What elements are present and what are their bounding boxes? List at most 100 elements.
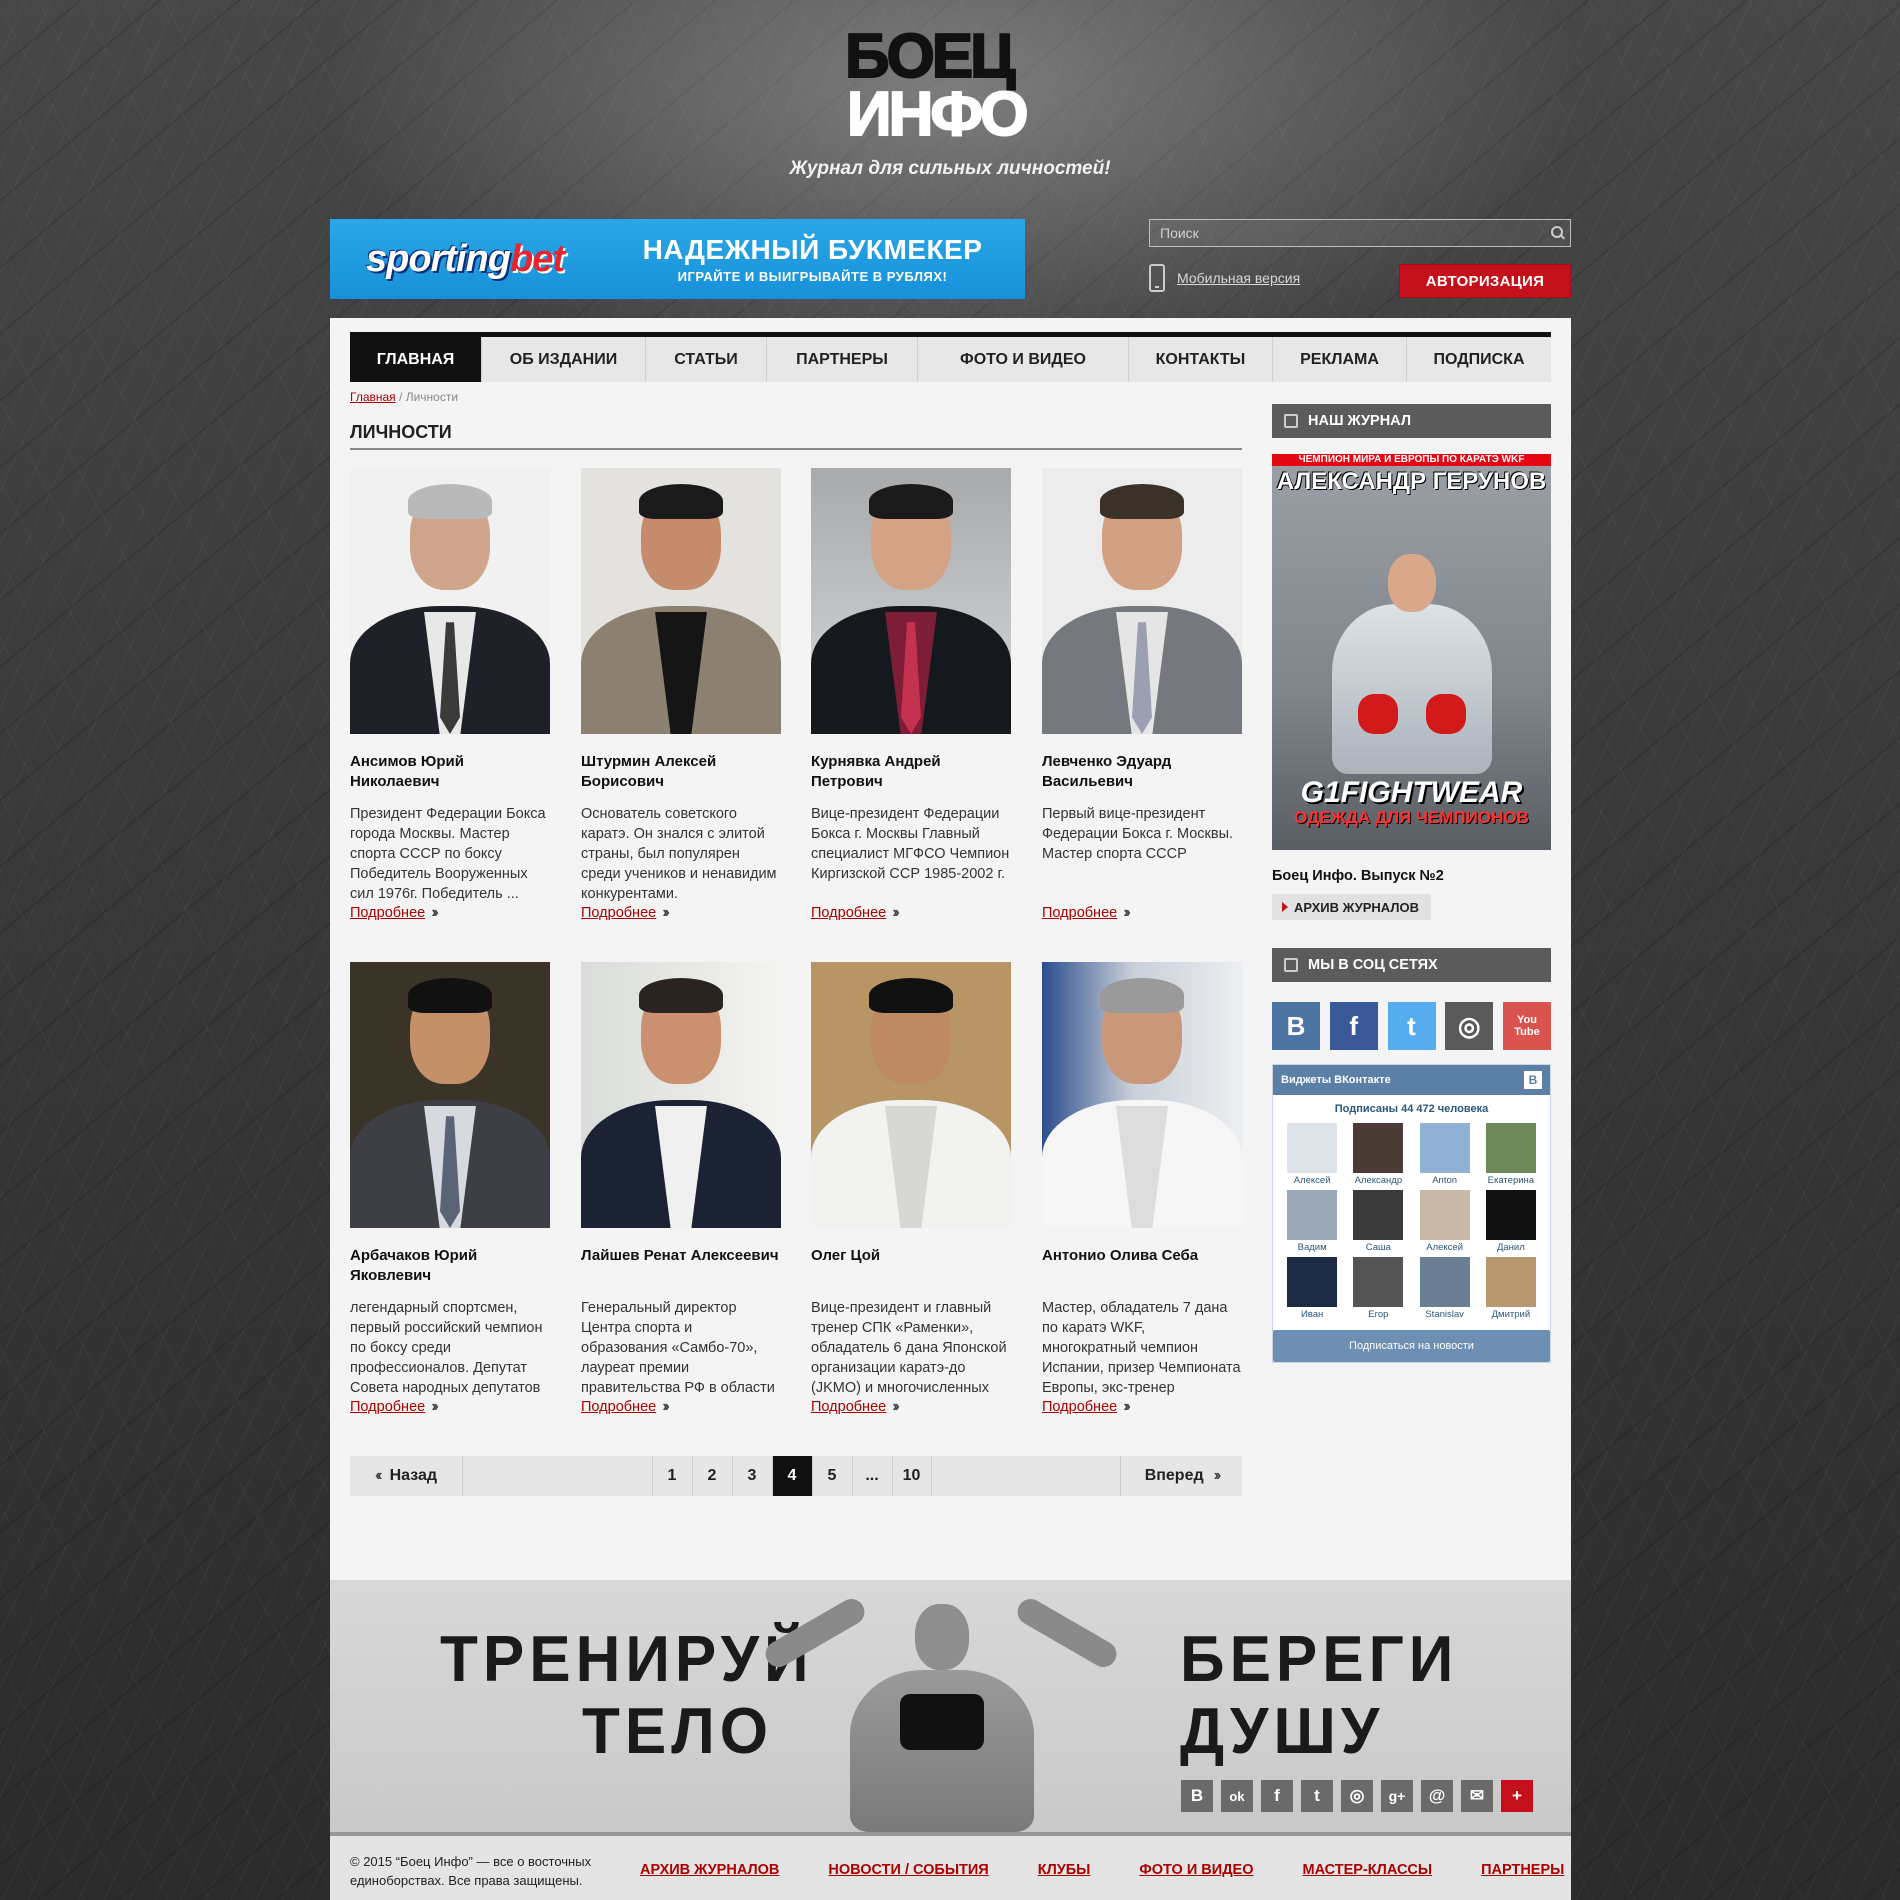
person-name[interactable]: Арбачаков Юрий Яковлевич xyxy=(350,1246,550,1298)
person-name[interactable]: Курнявка Андрей Петрович xyxy=(811,752,1011,804)
avatar xyxy=(1419,1257,1470,1307)
promo-banner: ТРЕНИРУЙ ТЕЛО БЕРЕГИ ДУШУ B ok f t ◎ g+ … xyxy=(330,1580,1571,1832)
footer-link-photo-video[interactable]: ФОТО И ВИДЕО xyxy=(1139,1862,1253,1878)
nav-item-partners[interactable]: ПАРТНЕРЫ xyxy=(767,337,918,382)
archive-button[interactable]: АРХИВ ЖУРНАЛОВ xyxy=(1272,894,1431,920)
more-link[interactable]: Подробнее xyxy=(1042,905,1117,921)
page-link[interactable]: 1 xyxy=(651,1456,692,1496)
search-box xyxy=(1149,219,1571,247)
person-photo[interactable] xyxy=(581,468,781,734)
nav-item-contacts[interactable]: КОНТАКТЫ xyxy=(1129,337,1273,382)
vk-user-name: Екатерина xyxy=(1487,1175,1535,1186)
ad-banner[interactable]: sportingbet НАДЕЖНЫЙ БУКМЕКЕР ИГРАЙТЕ И … xyxy=(330,219,1025,299)
mail-share-icon[interactable]: @ xyxy=(1421,1780,1453,1812)
person-name[interactable]: Олег Цой xyxy=(811,1246,1011,1298)
googleplus-share-icon[interactable]: g+ xyxy=(1381,1780,1413,1812)
vk-user[interactable]: Екатерина xyxy=(1478,1123,1544,1186)
vk-subscribe-button[interactable]: Подписаться на новости xyxy=(1273,1330,1550,1362)
more-link[interactable]: Подробнее xyxy=(350,1399,425,1415)
breadcrumb-home[interactable]: Главная xyxy=(350,390,396,404)
nav-item-articles[interactable]: СТАТЬИ xyxy=(646,337,767,382)
vk-user-name: Александр xyxy=(1354,1175,1403,1186)
nav-item-about[interactable]: ОБ ИЗДАНИИ xyxy=(482,337,646,382)
footer-link-partners[interactable]: ПАРТНЕРЫ xyxy=(1481,1862,1564,1878)
more-link[interactable]: Подробнее xyxy=(1042,1399,1117,1415)
page-link-current[interactable]: 4 xyxy=(771,1456,812,1496)
site-logo[interactable]: БОЕЦ ИНФО xyxy=(844,25,1080,148)
more-link-label: Подробнее xyxy=(350,905,426,921)
vk-user-name: Дмитрий xyxy=(1491,1309,1531,1320)
facebook-share-icon[interactable]: f xyxy=(1261,1780,1293,1812)
youtube-icon[interactable]: You Tube xyxy=(1503,1002,1551,1050)
footer-link-news[interactable]: НОВОСТИ / СОБЫТИЯ xyxy=(828,1862,988,1878)
nav-item-home[interactable]: ГЛАВНАЯ xyxy=(350,337,482,382)
page-link[interactable]: 5 xyxy=(811,1456,852,1496)
page-link[interactable]: 10 xyxy=(891,1456,932,1496)
search-input[interactable] xyxy=(1150,220,1544,246)
person-name[interactable]: Штурмин Алексей Борисович xyxy=(581,752,781,804)
vk-user[interactable]: Anton xyxy=(1412,1123,1478,1186)
footer-link-master-classes[interactable]: МАСТЕР-КЛАССЫ xyxy=(1302,1862,1432,1878)
vk-logo-icon[interactable]: B xyxy=(1524,1071,1542,1089)
banner-brand: sportingbet xyxy=(330,238,600,281)
vk-user[interactable]: Алексей xyxy=(1412,1190,1478,1253)
vk-user-name: Stanislav xyxy=(1425,1309,1464,1320)
odnoklassniki-share-icon[interactable]: ok xyxy=(1221,1780,1253,1812)
person-name[interactable]: Антонио Олива Себа xyxy=(1042,1246,1242,1298)
journal-caption[interactable]: Боец Инфо. Выпуск №2 xyxy=(1272,868,1551,884)
vk-user[interactable]: Stanislav xyxy=(1412,1257,1478,1320)
vk-user[interactable]: Алексей xyxy=(1279,1123,1345,1186)
page-link[interactable]: 3 xyxy=(731,1456,772,1496)
footer-link-archive[interactable]: АРХИВ ЖУРНАЛОВ xyxy=(640,1862,779,1878)
person-photo[interactable] xyxy=(1042,468,1242,734)
more-link[interactable]: Подробнее xyxy=(581,905,656,921)
more-link[interactable]: Подробнее xyxy=(350,905,425,921)
vk-user[interactable]: Саша xyxy=(1345,1190,1411,1253)
person-name[interactable]: Ансимов Юрий Николаевич xyxy=(350,752,550,804)
pagination-next[interactable]: Вперед ›› xyxy=(1120,1456,1242,1496)
auth-button[interactable]: АВТОРИЗАЦИЯ xyxy=(1399,264,1571,298)
person-photo[interactable] xyxy=(1042,962,1242,1228)
journal-header: НАШ ЖУРНАЛ xyxy=(1272,404,1551,438)
more-link[interactable]: Подробнее xyxy=(811,905,886,921)
nav-item-subscribe[interactable]: ПОДПИСКА xyxy=(1407,337,1551,382)
more-link[interactable]: Подробнее xyxy=(581,1399,656,1415)
journal-cover[interactable]: ЧЕМПИОН МИРА И ЕВРОПЫ ПО КАРАТЭ WKF АЛЕК… xyxy=(1272,454,1551,850)
twitter-share-icon[interactable]: t xyxy=(1301,1780,1333,1812)
vk-user[interactable]: Дмитрий xyxy=(1478,1257,1544,1320)
vk-icon[interactable]: B xyxy=(1272,1002,1320,1050)
nav-item-photo-video[interactable]: ФОТО И ВИДЕО xyxy=(918,337,1129,382)
vk-user[interactable]: Егор xyxy=(1345,1257,1411,1320)
person-photo[interactable] xyxy=(811,962,1011,1228)
person-photo[interactable] xyxy=(350,962,550,1228)
footer-link-clubs[interactable]: КЛУБЫ xyxy=(1038,1862,1091,1878)
twitter-icon[interactable]: t xyxy=(1387,1002,1436,1050)
nav-item-ads[interactable]: РЕКЛАМА xyxy=(1273,337,1407,382)
vk-user[interactable]: Александр xyxy=(1345,1123,1411,1186)
person-desc: Вице-президент Федерации Бокса г. Москвы… xyxy=(811,806,1010,882)
promo-text-right-1: БЕРЕГИ xyxy=(1180,1623,1459,1696)
search-icon[interactable] xyxy=(1544,220,1570,246)
pagination-next-label: Вперед xyxy=(1144,1467,1204,1484)
more-share-icon[interactable]: + xyxy=(1501,1780,1533,1812)
instagram-share-icon[interactable]: ◎ xyxy=(1341,1780,1373,1812)
mobile-version-link[interactable]: Мобильная версия xyxy=(1177,270,1300,286)
email-share-icon[interactable]: ✉ xyxy=(1461,1780,1493,1812)
person-photo[interactable] xyxy=(350,468,550,734)
more-link-label: Подробнее xyxy=(1042,1399,1118,1415)
double-chevron-right-icon: ›› xyxy=(892,904,899,921)
person-name[interactable]: Лайшев Ренат Алексеевич xyxy=(581,1246,781,1298)
person-photo[interactable] xyxy=(581,962,781,1228)
vk-user[interactable]: Вадим xyxy=(1279,1190,1345,1253)
page-link[interactable]: 2 xyxy=(691,1456,732,1496)
more-link[interactable]: Подробнее xyxy=(811,1399,886,1415)
vk-user[interactable]: Данил xyxy=(1478,1190,1544,1253)
facebook-icon[interactable]: f xyxy=(1329,1002,1378,1050)
person-photo[interactable] xyxy=(811,468,1011,734)
person-name[interactable]: Левченко Эдуард Васильевич xyxy=(1042,752,1242,804)
vk-user[interactable]: Иван xyxy=(1279,1257,1345,1320)
instagram-icon[interactable]: ◎ xyxy=(1445,1002,1494,1050)
pagination-prev[interactable]: ‹‹ Назад xyxy=(350,1456,463,1496)
vk-share-icon[interactable]: B xyxy=(1181,1780,1213,1812)
person-card: Ансимов Юрий Николаевич Президент Федера… xyxy=(350,468,550,922)
